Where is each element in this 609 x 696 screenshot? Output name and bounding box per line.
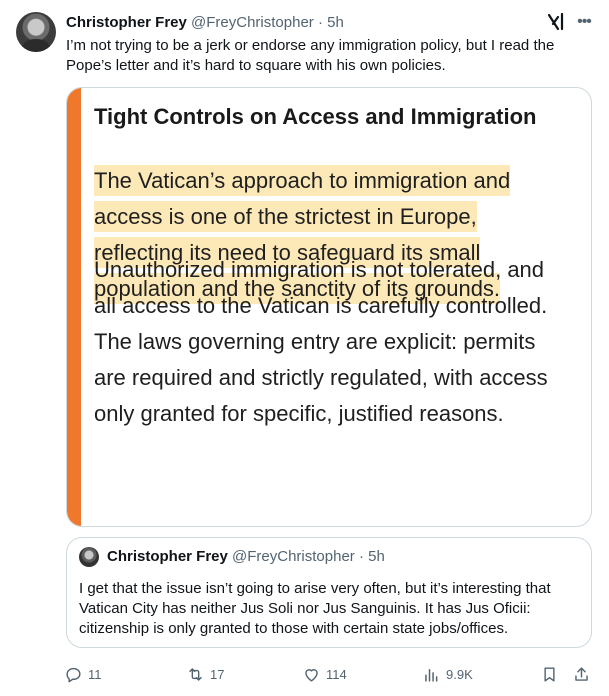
views-count: 9.9K: [446, 666, 473, 682]
action-bar: 11 17 114 9.9K: [58, 662, 598, 686]
quoted-tweet[interactable]: Christopher Frey @FreyChristopher · 5h I…: [66, 537, 592, 648]
reply-icon: [66, 667, 81, 682]
highlight-line: The Vatican’s approach to immigration an…: [94, 163, 564, 199]
like-count: 114: [326, 666, 347, 682]
attached-image[interactable]: Tight Controls on Access and Immigration…: [66, 87, 592, 527]
tweet-time[interactable]: 5h: [327, 14, 344, 31]
tweet-text: I’m not trying to be a jerk or endorse a…: [66, 37, 555, 74]
views-button[interactable]: 9.9K: [422, 662, 473, 686]
bookmark-button[interactable]: [540, 662, 559, 686]
avatar-figure: [22, 39, 50, 52]
bookmark-icon: [544, 666, 555, 682]
reply-button[interactable]: 11: [64, 662, 102, 686]
image-body-text: Unauthorized immigration is not tolerate…: [94, 257, 548, 426]
quote-header: Christopher Frey @FreyChristopher · 5h: [107, 547, 385, 567]
share-icon: [575, 666, 588, 681]
quote-separator: ·: [354, 548, 369, 565]
like-icon: [305, 668, 318, 682]
author-name[interactable]: Christopher Frey: [66, 14, 187, 31]
quote-text: I get that the issue isn’t going to aris…: [79, 580, 551, 637]
reply-count: 11: [88, 666, 102, 682]
tweet-header: Christopher Frey @FreyChristopher · 5h: [66, 13, 344, 33]
grok-icon[interactable]: [546, 12, 566, 32]
repost-button[interactable]: 17: [186, 662, 224, 686]
repost-count: 17: [210, 666, 225, 682]
header-separator: ·: [313, 14, 328, 31]
like-button[interactable]: 114: [302, 662, 347, 686]
accent-bar: [67, 88, 81, 526]
quote-author-name: Christopher Frey: [107, 548, 228, 565]
quote-time: 5h: [368, 548, 385, 565]
author-avatar[interactable]: [16, 12, 56, 52]
image-heading: Tight Controls on Access and Immigration: [94, 104, 537, 129]
share-button[interactable]: [572, 662, 591, 686]
quote-avatar[interactable]: [79, 547, 99, 567]
quote-author-handle: @FreyChristopher: [232, 548, 355, 565]
more-icon[interactable]: •••: [574, 12, 594, 32]
highlight-line: access is one of the strictest in Europe…: [94, 199, 564, 235]
author-handle[interactable]: @FreyChristopher: [191, 14, 314, 31]
views-icon: [425, 668, 438, 682]
repost-icon: [189, 667, 202, 681]
